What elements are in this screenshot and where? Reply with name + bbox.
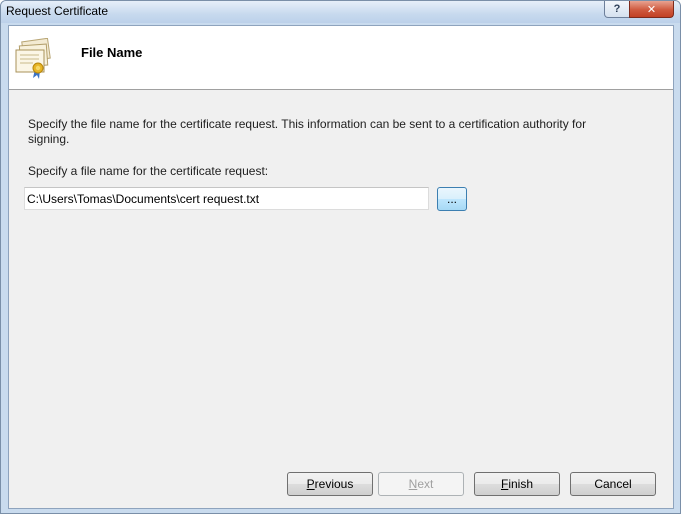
file-name-label: Specify a file name for the certificate …	[28, 164, 269, 178]
close-button[interactable]: ✕	[629, 1, 674, 18]
caption-buttons: ? ✕	[604, 1, 674, 18]
next-label: ext	[417, 477, 434, 491]
request-certificate-window: Request Certificate ? ✕ File Name Specif…	[0, 0, 681, 514]
browse-button[interactable]: ...	[437, 187, 467, 211]
title-bar[interactable]: Request Certificate ? ✕	[1, 1, 680, 23]
finish-label: inish	[508, 477, 534, 491]
previous-button[interactable]: Previous	[287, 472, 373, 496]
close-icon: ✕	[646, 3, 657, 16]
wizard-body: File Name Specify the file name for the …	[8, 25, 674, 509]
cancel-button[interactable]: Cancel	[570, 472, 656, 496]
page-title: File Name	[81, 45, 143, 60]
previous-mnemonic: P	[306, 477, 315, 491]
page-description: Specify the file name for the certificat…	[28, 117, 587, 146]
help-button[interactable]: ?	[604, 1, 630, 18]
window-title: Request Certificate	[6, 4, 109, 18]
previous-label: revious	[314, 477, 354, 491]
wizard-header: File Name	[9, 26, 673, 90]
file-name-input[interactable]	[24, 187, 429, 210]
certificate-icon	[15, 38, 51, 79]
finish-button[interactable]: Finish	[474, 472, 560, 496]
next-button[interactable]: Next	[378, 472, 464, 496]
